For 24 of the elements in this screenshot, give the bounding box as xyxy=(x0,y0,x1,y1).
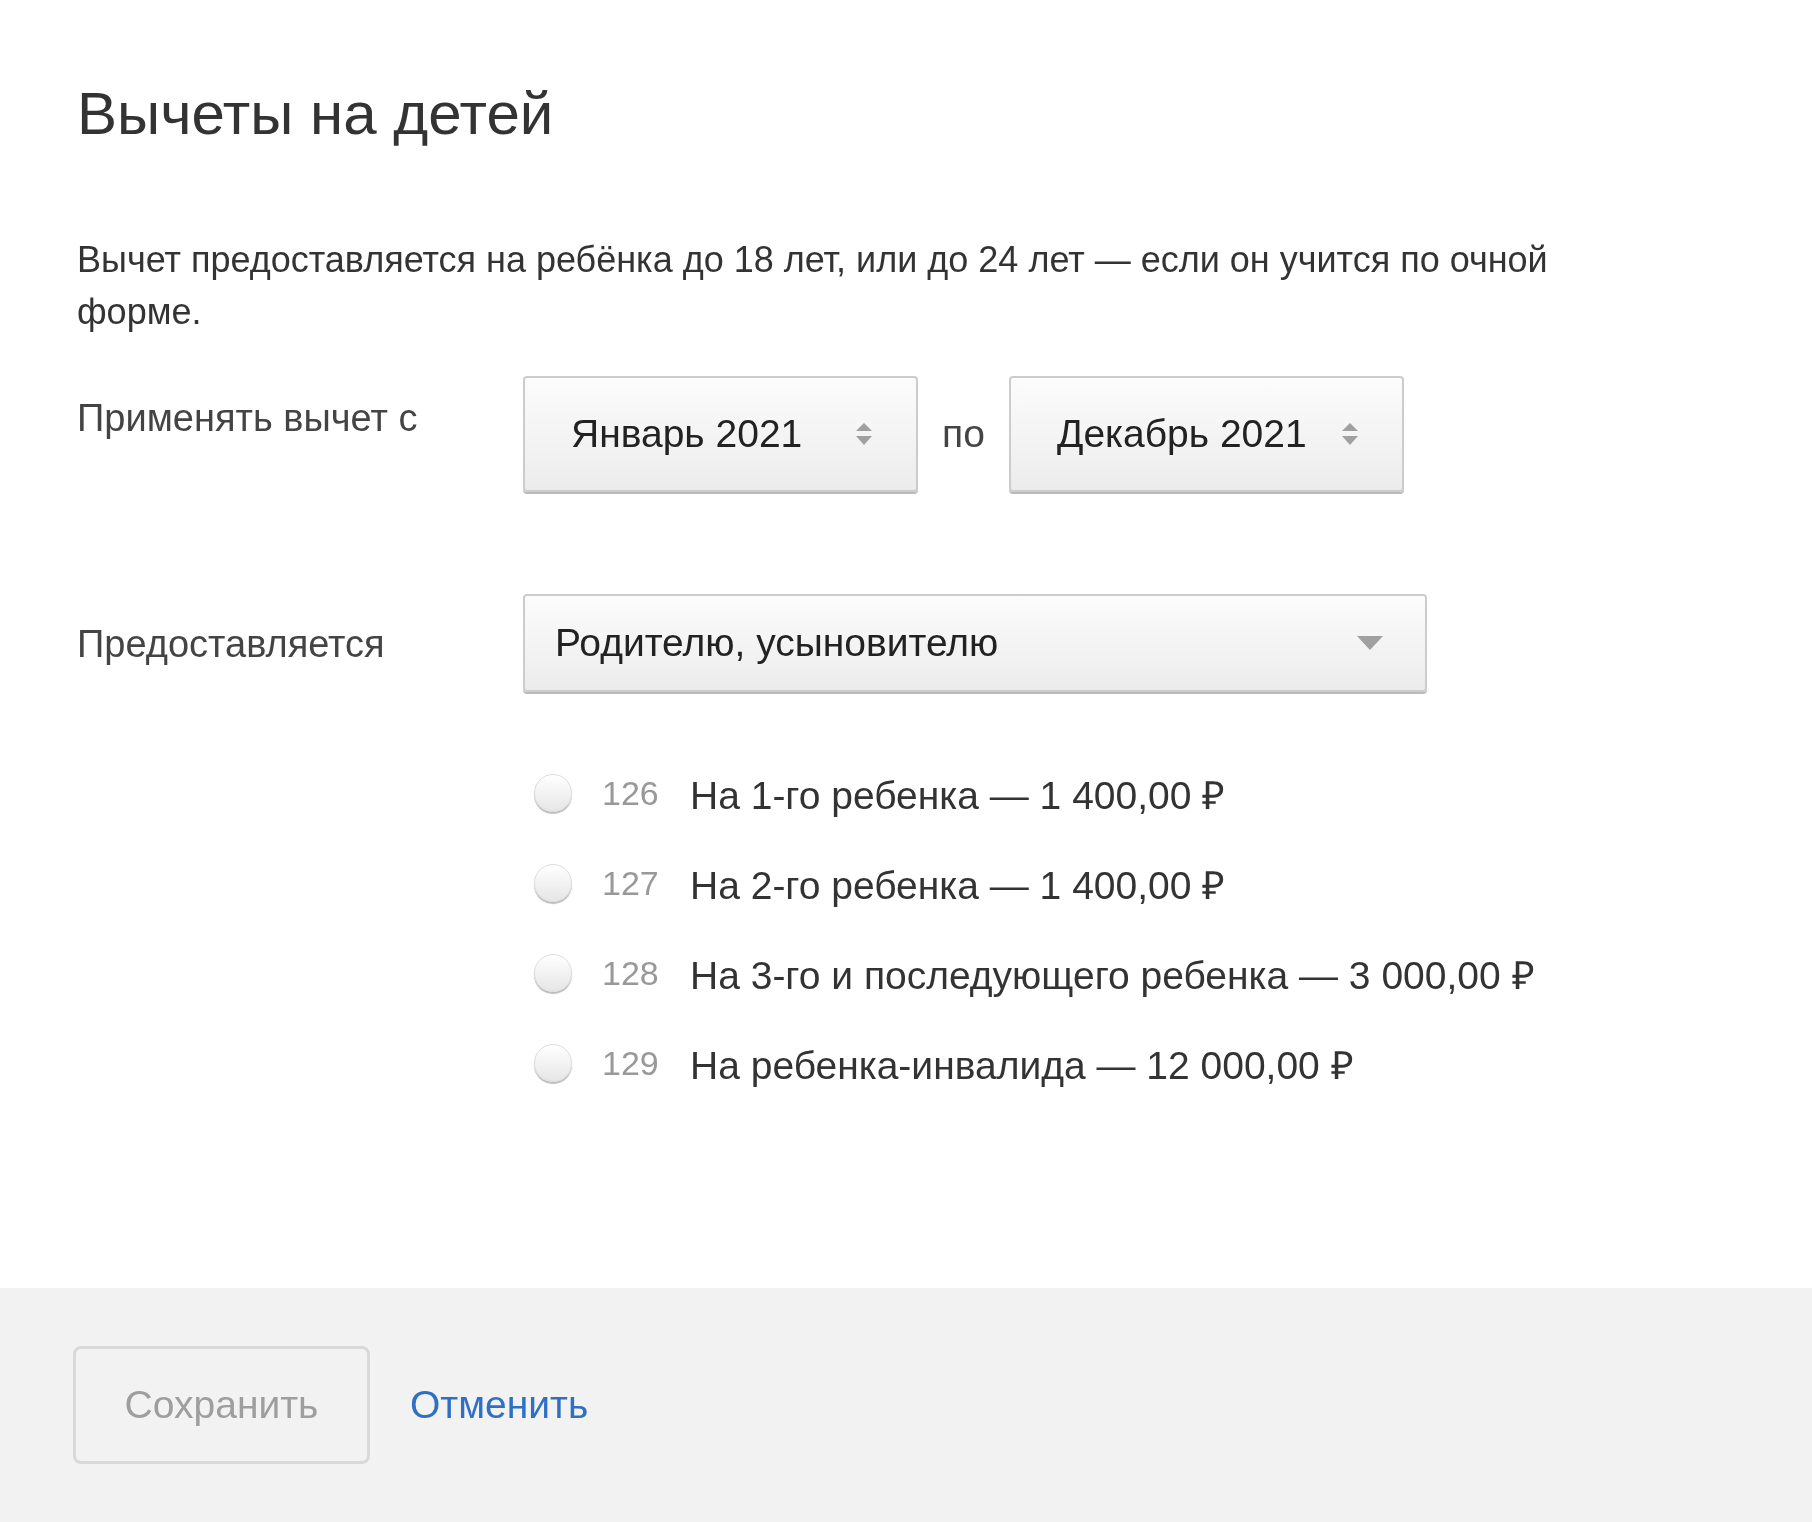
option-code: 126 xyxy=(602,773,660,813)
radio-button[interactable] xyxy=(534,1044,572,1082)
option-label[interactable]: На ребенка-инвалида — 12 000,00 ₽ xyxy=(690,1036,1354,1090)
option-label[interactable]: На 1-го ребенка — 1 400,00 ₽ xyxy=(690,766,1226,820)
field-label: Предоставляется xyxy=(77,622,386,667)
recipient-dropdown[interactable]: Родителю, усыновителю xyxy=(523,594,1427,692)
separator-text: по xyxy=(941,412,986,456)
option-code: 128 xyxy=(602,953,660,993)
sort-arrows-icon xyxy=(1342,423,1358,445)
month-select[interactable]: Январь 2021 xyxy=(523,376,918,492)
radio-button[interactable] xyxy=(534,774,572,812)
option-label[interactable]: На 3-го и последующего ребенка — 3 000,00 ₽ xyxy=(690,946,1535,1000)
option-code: 129 xyxy=(602,1043,660,1083)
cancel-link[interactable]: Отменить xyxy=(410,1383,589,1427)
option-label[interactable]: На 2-го ребенка — 1 400,00 ₽ xyxy=(690,856,1226,910)
month-select[interactable]: Декабрь 2021 xyxy=(1009,376,1404,492)
description-text: Вычет предоставляется на ребёнка до 18 лет, или до 24 лет — если он учится по очной форме. xyxy=(77,238,1549,334)
field-label: Применять вычет с xyxy=(77,396,419,441)
option-code: 127 xyxy=(602,863,660,903)
sort-arrows-icon xyxy=(856,423,872,445)
caret-icon xyxy=(1357,636,1383,650)
radio-button[interactable] xyxy=(534,864,572,902)
radio-button[interactable] xyxy=(534,954,572,992)
page-title: Вычеты на детей xyxy=(77,79,555,149)
